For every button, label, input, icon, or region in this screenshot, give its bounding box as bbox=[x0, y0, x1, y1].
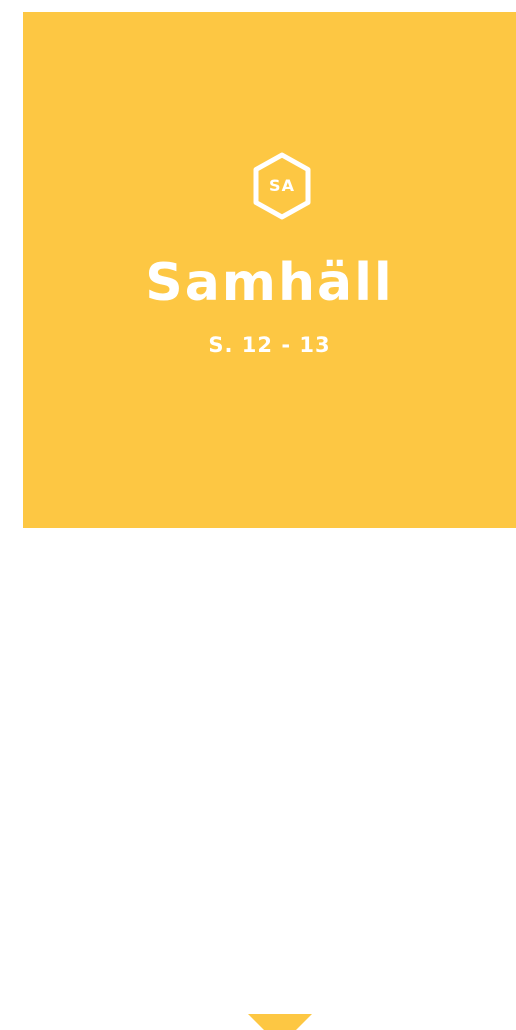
page-range: S. 12 - 13 bbox=[208, 333, 331, 357]
chevron-down-icon[interactable] bbox=[264, 986, 296, 1008]
section-card: SA Samhäll S. 12 - 13 bbox=[23, 12, 516, 528]
section-badge: SA bbox=[249, 150, 315, 222]
section-title: Samhäll bbox=[145, 253, 394, 313]
badge-label: SA bbox=[269, 176, 295, 195]
expand-toggle[interactable] bbox=[0, 486, 516, 1030]
card-pointer-notch bbox=[248, 1014, 312, 1030]
